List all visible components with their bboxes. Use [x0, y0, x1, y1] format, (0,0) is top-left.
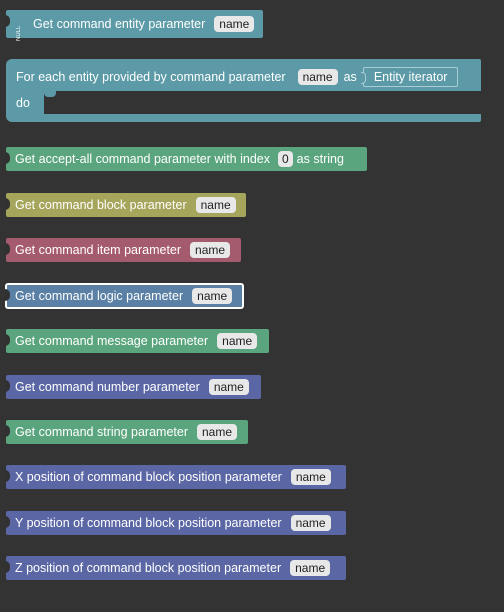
- output-connector-icon: [5, 425, 10, 437]
- x-position-parameter-block[interactable]: X position of command block position par…: [5, 465, 346, 489]
- do-label: do: [16, 96, 30, 110]
- block-label: Get command number parameter: [15, 380, 200, 394]
- name-field[interactable]: name: [197, 424, 238, 440]
- output-connector-icon: [5, 289, 10, 301]
- output-connector-icon: [5, 243, 10, 255]
- block-label: Get command string parameter: [15, 425, 188, 439]
- block-label: Get command message parameter: [15, 334, 209, 348]
- block-label: Z position of command block position par…: [15, 561, 282, 575]
- name-field[interactable]: name: [195, 197, 236, 213]
- name-field[interactable]: name: [190, 242, 231, 258]
- output-connector-icon: [5, 152, 10, 164]
- get-command-item-parameter-block[interactable]: Get command item parameter name: [5, 238, 241, 262]
- name-field[interactable]: name: [214, 16, 255, 32]
- output-connector-icon: [5, 516, 10, 528]
- output-connector-icon: [5, 380, 10, 392]
- name-field[interactable]: name: [208, 379, 249, 395]
- output-connector-icon: [5, 334, 10, 346]
- output-connector-icon: [5, 198, 10, 210]
- block-label: Y position of command block position par…: [15, 516, 282, 530]
- name-field[interactable]: name: [297, 69, 338, 85]
- get-command-block-parameter-block[interactable]: Get command block parameter name: [5, 193, 246, 217]
- get-accept-all-parameter-block[interactable]: Get accept-all command parameter with in…: [5, 147, 367, 171]
- name-field[interactable]: name: [192, 288, 233, 304]
- output-connector-icon: [5, 561, 10, 573]
- get-command-number-parameter-block[interactable]: Get command number parameter name: [5, 375, 261, 399]
- output-connector-icon: [5, 15, 10, 27]
- block-label: Get command logic parameter: [15, 289, 184, 303]
- statement-notch-icon: [44, 91, 56, 97]
- iterator-label: Entity iterator: [373, 70, 448, 84]
- get-command-string-parameter-block[interactable]: Get command string parameter name: [5, 420, 248, 444]
- block-label: Get command block parameter: [15, 198, 187, 212]
- block-label: Get command item parameter: [15, 243, 182, 257]
- null-badge: NULL: [16, 25, 22, 41]
- entity-iterator-field[interactable]: Entity iterator: [360, 67, 459, 87]
- block-label: Get command entity parameter: [33, 17, 206, 31]
- name-field[interactable]: name: [290, 469, 331, 485]
- y-position-parameter-block[interactable]: Y position of command block position par…: [5, 511, 346, 535]
- name-field[interactable]: name: [217, 333, 258, 349]
- loop-header: For each entity provided by command para…: [16, 67, 459, 87]
- name-field[interactable]: name: [290, 560, 331, 576]
- z-position-parameter-block[interactable]: Z position of command block position par…: [5, 556, 346, 580]
- get-command-logic-parameter-block[interactable]: Get command logic parameter name: [5, 283, 244, 309]
- loop-bottom-bar: [6, 114, 481, 122]
- as-label: as: [343, 70, 357, 84]
- for-each-entity-block[interactable]: For each entity provided by command para…: [6, 59, 481, 122]
- name-field[interactable]: name: [290, 515, 331, 531]
- get-command-entity-parameter-block[interactable]: NULL Get command entity parameter name: [5, 10, 263, 41]
- index-field[interactable]: 0: [277, 151, 293, 167]
- get-command-message-parameter-block[interactable]: Get command message parameter name: [5, 329, 269, 353]
- blockly-workspace[interactable]: NULL Get command entity parameter name F…: [0, 0, 504, 612]
- suffix-label: as string: [296, 152, 344, 166]
- loop-label: For each entity provided by command para…: [16, 70, 286, 84]
- block-label: Get accept-all command parameter with in…: [15, 152, 270, 166]
- input-connector-icon: [360, 72, 366, 84]
- block-label: X position of command block position par…: [15, 470, 282, 484]
- output-connector-icon: [5, 470, 10, 482]
